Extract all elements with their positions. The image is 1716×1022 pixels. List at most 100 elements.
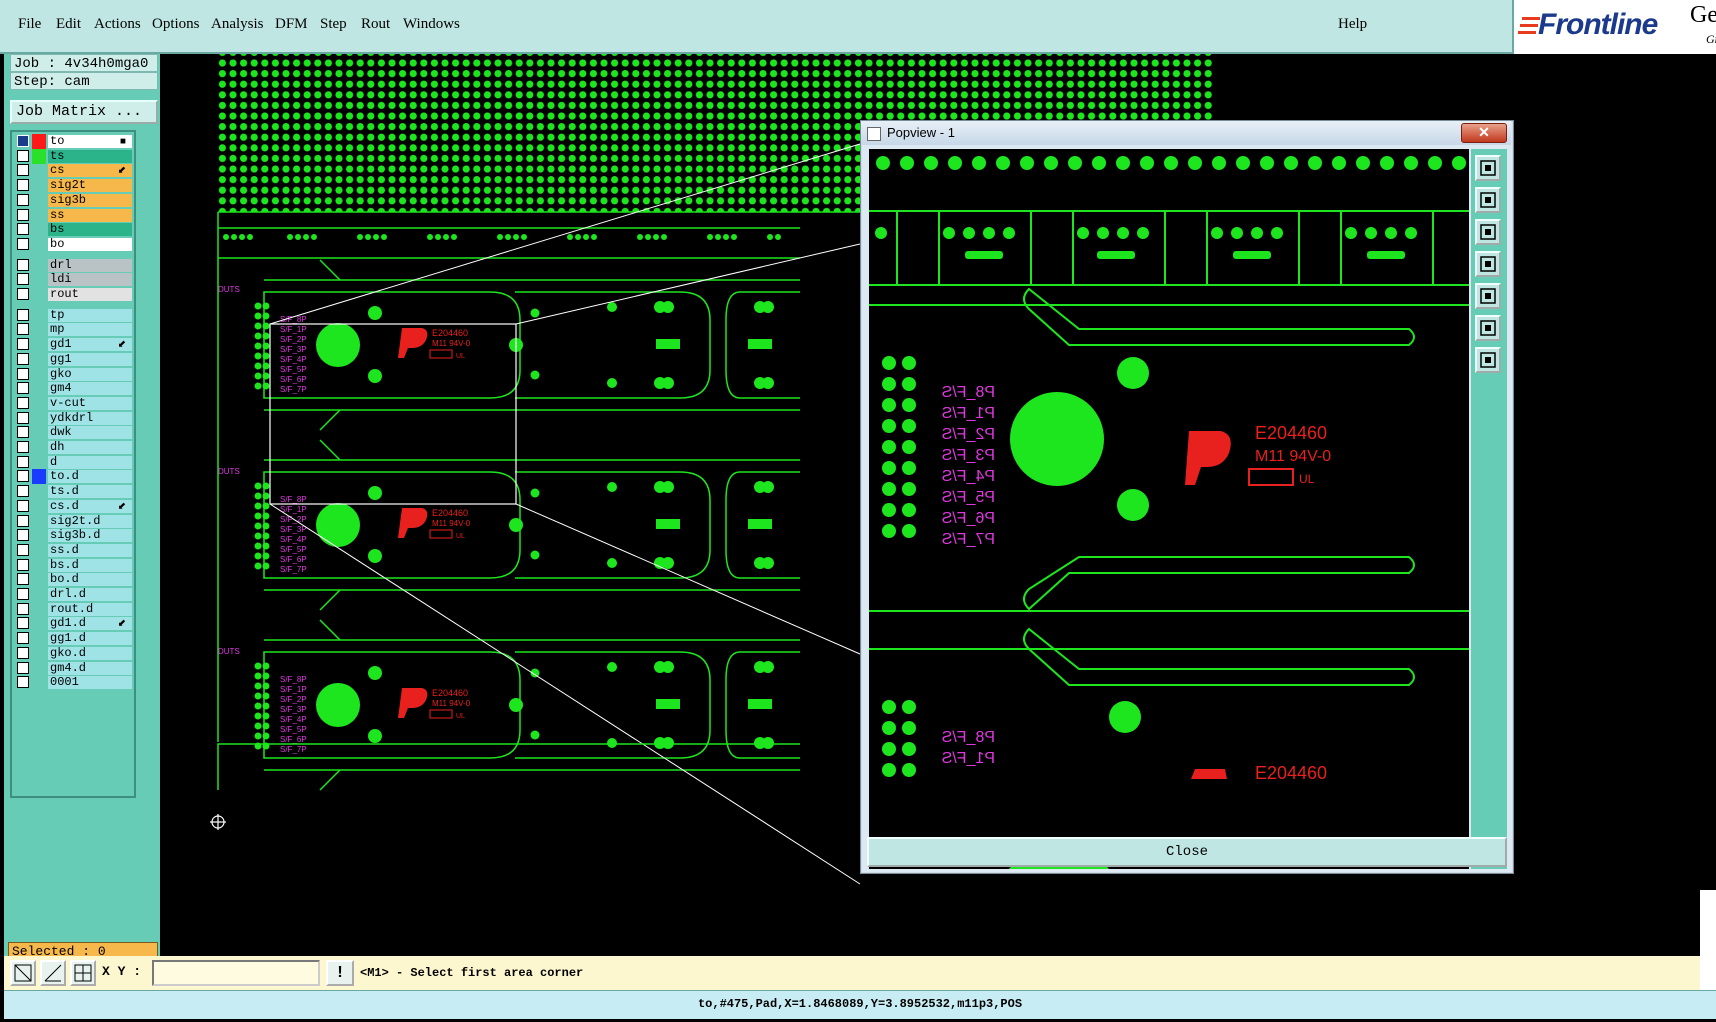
- layer-name[interactable]: sig2t.d: [48, 514, 132, 528]
- layer-color-swatch[interactable]: [32, 148, 46, 164]
- layer-color-swatch[interactable]: [32, 543, 46, 558]
- pan-left-icon[interactable]: [1475, 251, 1501, 277]
- layer-row[interactable]: to ■: [14, 134, 136, 149]
- layer-row[interactable]: gm4.d: [14, 661, 136, 676]
- layer-checkbox[interactable]: [17, 193, 29, 206]
- layer-name[interactable]: drl: [48, 258, 132, 272]
- fit-icon[interactable]: [1475, 155, 1501, 181]
- layer-checkbox[interactable]: [17, 573, 29, 586]
- layer-checkbox[interactable]: [17, 382, 29, 395]
- layer-row[interactable]: gko: [14, 367, 136, 382]
- layer-row[interactable]: gko.d: [14, 646, 136, 661]
- layer-row[interactable]: ss.d: [14, 543, 136, 558]
- layer-name[interactable]: drl.d: [48, 588, 132, 601]
- layer-color-swatch[interactable]: [32, 675, 46, 690]
- layer-name[interactable]: bs.d: [48, 558, 132, 572]
- layer-checkbox[interactable]: [17, 426, 29, 439]
- zoom-area-tool-icon[interactable]: [10, 960, 36, 986]
- layer-name[interactable]: gg1.d: [48, 632, 132, 646]
- layer-color-swatch[interactable]: [32, 616, 46, 631]
- menu-windows[interactable]: Windows: [403, 16, 460, 33]
- layer-checkbox[interactable]: [17, 558, 29, 571]
- layer-color-swatch[interactable]: [32, 528, 46, 543]
- layer-checkbox[interactable]: [17, 179, 29, 192]
- layer-name[interactable]: ss.d: [48, 543, 132, 557]
- layer-color-swatch[interactable]: [32, 287, 46, 302]
- layer-checkbox[interactable]: [17, 470, 29, 483]
- layer-color-swatch[interactable]: [32, 484, 46, 499]
- layer-checkbox[interactable]: [17, 485, 29, 498]
- menu-help[interactable]: Help: [1338, 16, 1367, 33]
- layer-color-swatch[interactable]: [32, 222, 46, 237]
- layer-name[interactable]: 0001: [48, 676, 132, 690]
- layer-name[interactable]: mp: [48, 323, 132, 337]
- layer-row[interactable]: ts.d: [14, 484, 136, 499]
- menu-analysis[interactable]: Analysis: [211, 16, 264, 33]
- layer-checkbox[interactable]: [17, 632, 29, 645]
- layer-checkbox[interactable]: [17, 396, 29, 409]
- popview-close-x-button[interactable]: ✕: [1461, 123, 1507, 143]
- layer-checkbox[interactable]: [17, 149, 29, 162]
- layer-color-swatch[interactable]: [32, 587, 46, 602]
- layer-name[interactable]: ydkdrl: [48, 411, 132, 425]
- layer-name[interactable]: tp: [48, 308, 132, 322]
- layer-row[interactable]: gg1.d: [14, 631, 136, 646]
- measure-tool-icon[interactable]: [40, 960, 66, 986]
- layer-checkbox[interactable]: [17, 308, 29, 321]
- layer-row[interactable]: sig2t.d: [14, 514, 136, 529]
- layer-color-swatch[interactable]: [32, 469, 46, 485]
- layer-checkbox[interactable]: [17, 514, 29, 527]
- layer-name[interactable]: cs.d ⬋: [48, 499, 132, 513]
- menu-rout[interactable]: Rout: [361, 16, 390, 33]
- layer-checkbox[interactable]: [17, 661, 29, 674]
- layer-checkbox[interactable]: [17, 588, 29, 600]
- layer-row[interactable]: ldi: [14, 272, 136, 287]
- layer-checkbox[interactable]: [17, 223, 29, 236]
- layer-checkbox[interactable]: [17, 288, 29, 300]
- layer-color-swatch[interactable]: [32, 134, 46, 149]
- grid-snap-tool-icon[interactable]: [70, 960, 96, 986]
- layer-color-swatch[interactable]: [32, 308, 46, 323]
- layer-row[interactable]: v-cut: [14, 396, 136, 411]
- layer-name[interactable]: rout.d: [48, 602, 132, 616]
- layer-checkbox[interactable]: [17, 237, 29, 250]
- layer-checkbox[interactable]: [17, 529, 29, 542]
- layer-color-swatch[interactable]: [32, 178, 46, 193]
- pan-down-icon[interactable]: [1475, 219, 1501, 245]
- layer-name[interactable]: dwk: [48, 426, 132, 440]
- layer-row[interactable]: to.d: [14, 469, 136, 485]
- layer-row[interactable]: ss: [14, 208, 136, 223]
- layer-row[interactable]: drl.d: [14, 587, 136, 602]
- layer-name[interactable]: gd1.d ⬋: [48, 617, 132, 631]
- layer-row[interactable]: cs.d ⬋: [14, 499, 136, 514]
- layer-checkbox[interactable]: [17, 338, 29, 351]
- layer-row[interactable]: drl: [14, 258, 136, 273]
- layer-checkbox[interactable]: [17, 135, 29, 147]
- layer-checkbox[interactable]: [17, 273, 29, 286]
- layer-row[interactable]: bo: [14, 237, 136, 252]
- layer-color-swatch[interactable]: [32, 425, 46, 440]
- layer-name[interactable]: bo: [48, 237, 132, 251]
- layer-color-swatch[interactable]: [32, 352, 46, 367]
- layer-name[interactable]: gm4.d: [48, 661, 132, 675]
- layer-name[interactable]: d: [48, 455, 132, 469]
- layer-row[interactable]: bs: [14, 222, 136, 237]
- layer-color-swatch[interactable]: [32, 558, 46, 573]
- layer-checkbox[interactable]: [17, 352, 29, 365]
- layer-checkbox[interactable]: [17, 441, 29, 453]
- layer-color-swatch[interactable]: [32, 602, 46, 617]
- layer-name[interactable]: to ■: [48, 135, 132, 148]
- layer-row[interactable]: rout.d: [14, 602, 136, 617]
- layer-row[interactable]: ts: [14, 148, 136, 164]
- layer-name[interactable]: gko: [48, 367, 132, 381]
- layer-name[interactable]: bs: [48, 223, 132, 237]
- layer-color-swatch[interactable]: [32, 499, 46, 514]
- layer-color-swatch[interactable]: [32, 455, 46, 470]
- layer-color-swatch[interactable]: [32, 208, 46, 223]
- layer-color-swatch[interactable]: [32, 163, 46, 178]
- layer-color-swatch[interactable]: [32, 193, 46, 208]
- layer-name[interactable]: gko.d: [48, 646, 132, 660]
- layer-checkbox[interactable]: [17, 543, 29, 556]
- job-matrix-button[interactable]: Job Matrix ...: [10, 100, 158, 124]
- layer-checkbox[interactable]: [17, 367, 29, 380]
